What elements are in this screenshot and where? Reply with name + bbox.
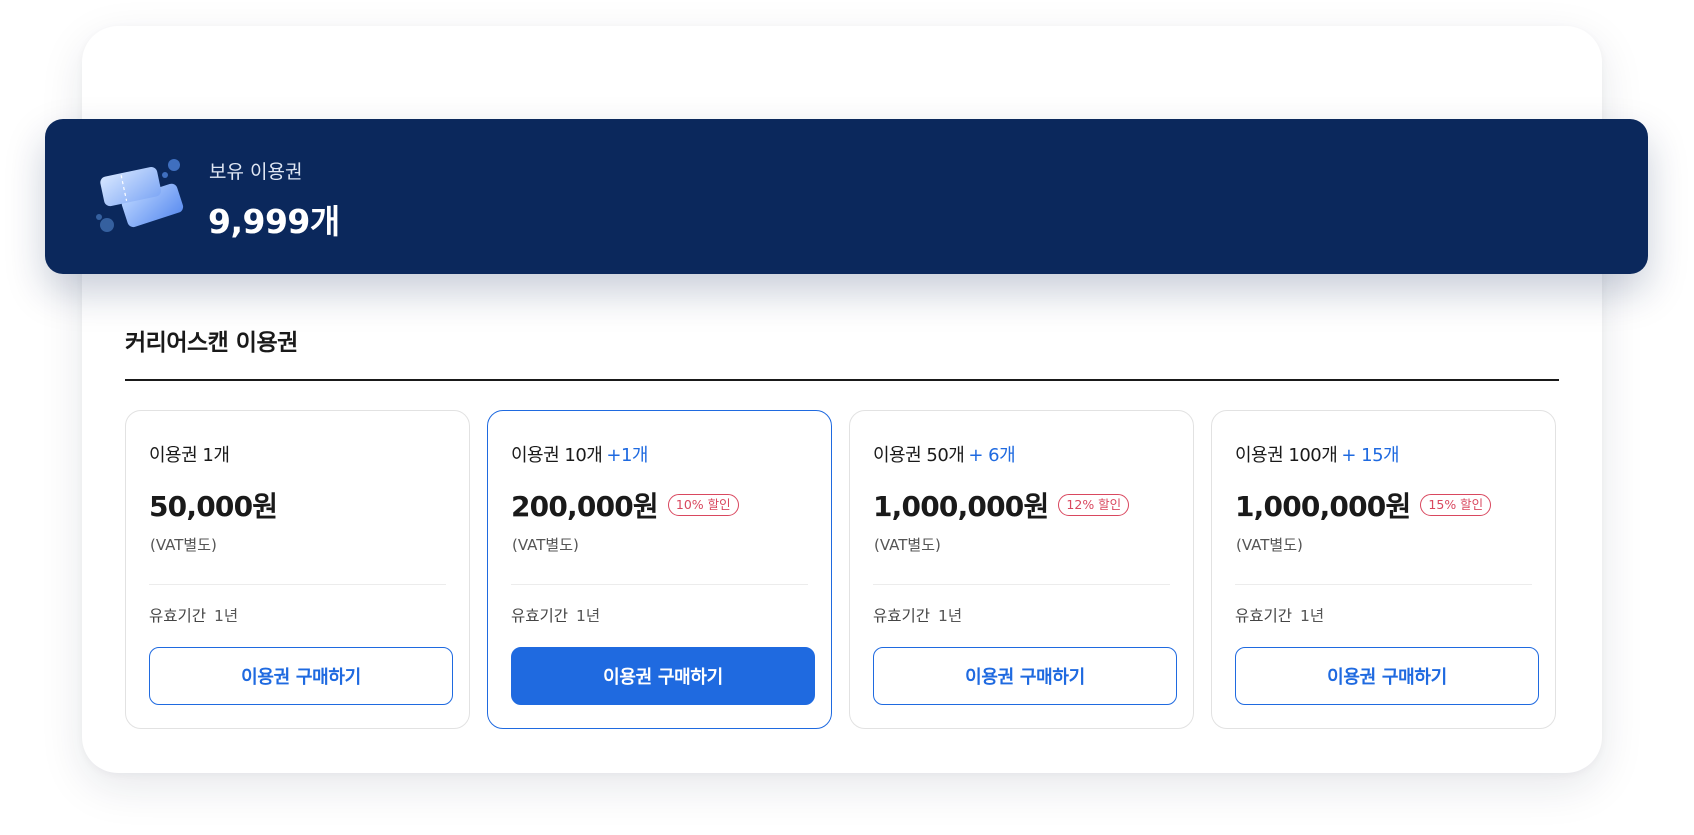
discount-badge: 12% 할인 (1058, 493, 1130, 517)
validity-label: 유효기간 (1235, 607, 1293, 625)
vat-note: (VAT별도) (512, 536, 579, 554)
purchase-button[interactable]: 이용권 구매하기 (149, 647, 453, 705)
plan-card-50: 이용권 50개 + 6개 1,000,000원 12% 할인 (VAT별도) 유효… (849, 410, 1194, 729)
ticket-icon (93, 153, 193, 239)
owned-pass-label: 보유 이용권 (209, 161, 303, 183)
card-divider (1235, 584, 1532, 585)
price-row: 1,000,000원 12% 할인 (873, 485, 1130, 525)
section-title: 커리어스캔 이용권 (125, 330, 298, 356)
validity-value: 1년 (1300, 607, 1325, 625)
price-row: 50,000원 (149, 485, 278, 525)
purchase-button[interactable]: 이용권 구매하기 (873, 647, 1177, 705)
plan-name: 이용권 100개 + 15개 (1235, 441, 1400, 467)
section-divider (125, 379, 1559, 381)
plan-price: 1,000,000원 (873, 490, 1049, 523)
validity: 유효기간 1년 (1235, 604, 1324, 626)
purchase-button[interactable]: 이용권 구매하기 (1235, 647, 1539, 705)
card-divider (511, 584, 808, 585)
vat-note: (VAT별도) (1236, 536, 1303, 554)
price-row: 1,000,000원 15% 할인 (1235, 485, 1492, 525)
owned-pass-count: 9,999개 (208, 202, 340, 241)
purchase-button[interactable]: 이용권 구매하기 (511, 647, 815, 705)
card-divider (873, 584, 1170, 585)
plan-name-text: 이용권 10개 (511, 445, 603, 466)
plan-price: 50,000원 (149, 490, 278, 523)
plan-bonus: + 6개 (968, 445, 1016, 466)
card-divider (149, 584, 446, 585)
plan-card-10: 이용권 10개 +1개 200,000원 10% 할인 (VAT별도) 유효기간 1… (487, 410, 832, 729)
plan-bonus: + 15개 (1341, 445, 1400, 466)
validity-value: 1년 (576, 607, 601, 625)
validity: 유효기간 1년 (511, 604, 600, 626)
validity: 유효기간 1년 (873, 604, 962, 626)
plan-name-text: 이용권 1개 (149, 445, 230, 466)
vat-note: (VAT별도) (874, 536, 941, 554)
plan-name: 이용권 10개 +1개 (511, 441, 648, 467)
price-row: 200,000원 10% 할인 (511, 485, 739, 525)
plan-card-1: 이용권 1개 50,000원 (VAT별도) 유효기간 1년 이용권 구매하기 (125, 410, 470, 729)
plan-name-text: 이용권 100개 (1235, 445, 1338, 466)
plan-bonus: +1개 (606, 445, 648, 466)
validity-value: 1년 (214, 607, 239, 625)
discount-badge: 15% 할인 (1420, 493, 1492, 517)
plan-name-text: 이용권 50개 (873, 445, 965, 466)
plan-card-100: 이용권 100개 + 15개 1,000,000원 15% 할인 (VAT별도) … (1211, 410, 1556, 729)
validity: 유효기간 1년 (149, 604, 238, 626)
discount-badge: 10% 할인 (667, 493, 739, 517)
plan-name: 이용권 1개 (149, 441, 230, 467)
vat-note: (VAT별도) (150, 536, 217, 554)
validity-label: 유효기간 (511, 607, 569, 625)
validity-label: 유효기간 (149, 607, 207, 625)
plan-price: 200,000원 (511, 490, 659, 523)
validity-value: 1년 (938, 607, 963, 625)
owned-pass-banner: 보유 이용권 9,999개 (45, 119, 1648, 274)
plan-price: 1,000,000원 (1235, 490, 1411, 523)
plan-name: 이용권 50개 + 6개 (873, 441, 1016, 467)
validity-label: 유효기간 (873, 607, 931, 625)
